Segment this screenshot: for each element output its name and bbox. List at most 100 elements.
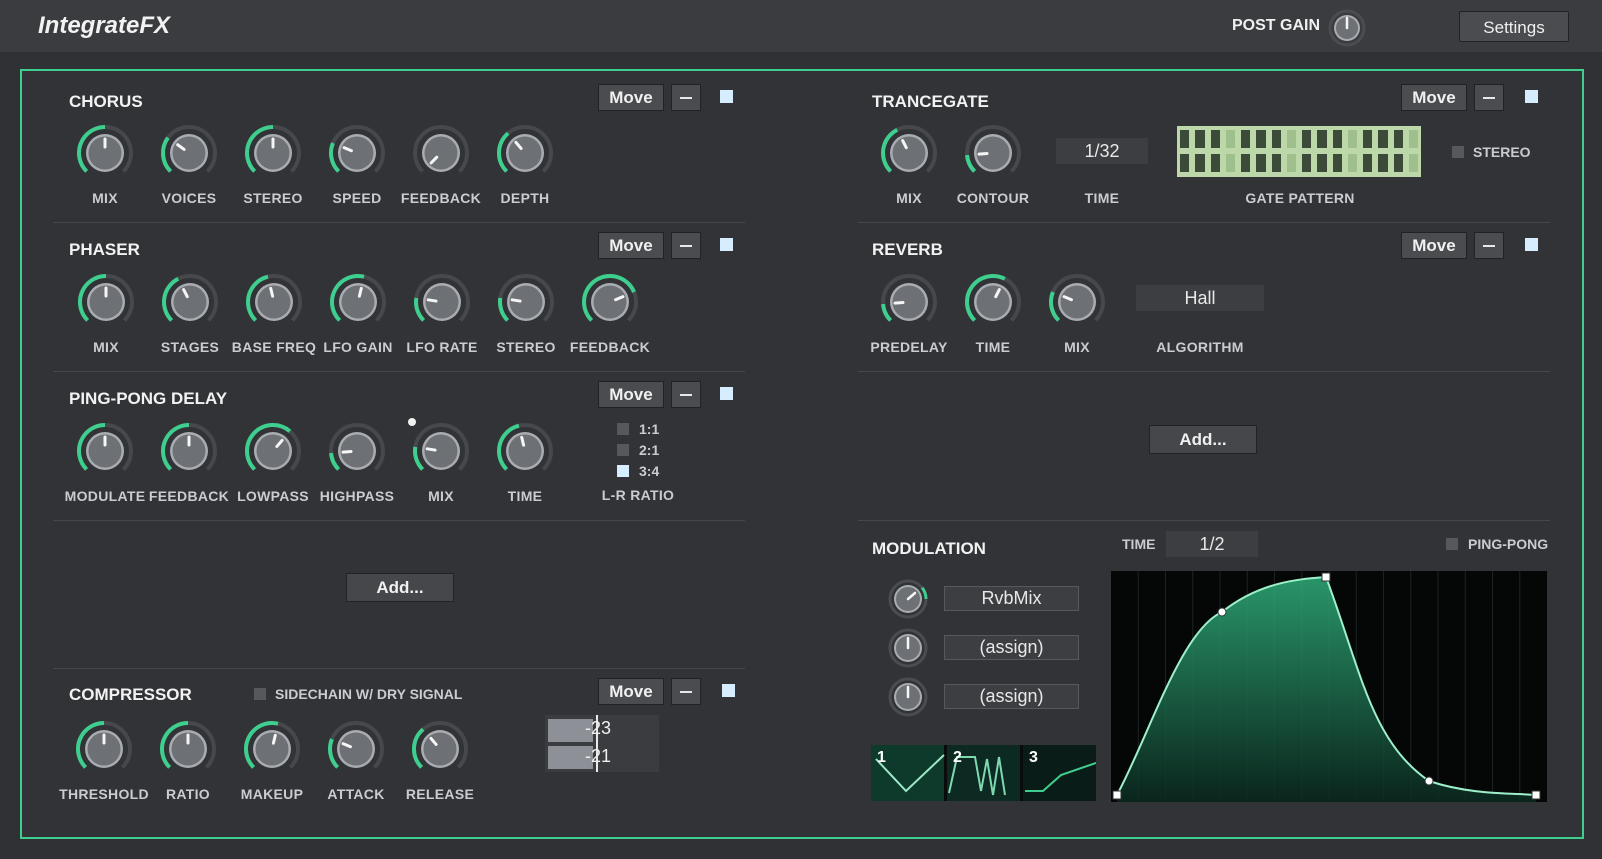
phaser-base-freq-knob[interactable] — [245, 273, 303, 331]
gate-step[interactable] — [1363, 154, 1373, 172]
pingpong-time-knob[interactable] — [496, 422, 554, 480]
compressor-move-button[interactable]: Move — [598, 678, 664, 705]
pingpong-enable-toggle[interactable] — [720, 387, 733, 400]
chorus-enable-toggle[interactable] — [720, 90, 733, 103]
chorus-depth-knob[interactable] — [496, 124, 554, 182]
curve-node[interactable] — [1531, 790, 1541, 800]
gate-step[interactable] — [1210, 154, 1220, 172]
left-add-effect-button[interactable]: Add... — [346, 573, 454, 602]
compressor-release-knob[interactable] — [411, 720, 469, 778]
chorus-move-button[interactable]: Move — [598, 84, 664, 111]
gate-step[interactable] — [1225, 154, 1235, 172]
gate-step[interactable] — [1195, 130, 1205, 148]
mod-target-1[interactable]: RvbMix — [944, 586, 1079, 611]
gate-step[interactable] — [1317, 154, 1327, 172]
chorus-voices-knob[interactable] — [160, 124, 218, 182]
gate-step[interactable] — [1332, 130, 1342, 148]
mod-target-3[interactable]: (assign) — [944, 684, 1079, 709]
compressor-attack-knob[interactable] — [327, 720, 385, 778]
reverb-mix-knob[interactable] — [1048, 273, 1106, 331]
shape-tab-2[interactable]: 2 — [953, 749, 962, 767]
compressor-enable-toggle[interactable] — [722, 684, 735, 697]
reverb-move-button[interactable]: Move — [1401, 232, 1467, 259]
gate-step[interactable] — [1347, 130, 1357, 148]
trancegate-contour-knob[interactable] — [964, 124, 1022, 182]
ratio-option-2-1-checkbox[interactable] — [617, 444, 629, 456]
gate-step[interactable] — [1256, 154, 1266, 172]
gate-step[interactable] — [1332, 154, 1342, 172]
trancegate-stereo-checkbox[interactable] — [1452, 146, 1464, 158]
chorus-mix-knob[interactable] — [76, 124, 134, 182]
pingpong-lowpass-knob[interactable] — [244, 422, 302, 480]
compressor-ratio-knob[interactable] — [159, 720, 217, 778]
compressor-makeup-knob[interactable] — [243, 720, 301, 778]
trancegate-mix-knob[interactable] — [880, 124, 938, 182]
curve-node[interactable] — [1321, 572, 1331, 582]
curve-point[interactable] — [1424, 776, 1434, 786]
chorus-feedback-knob[interactable] — [412, 124, 470, 182]
gate-step[interactable] — [1225, 130, 1235, 148]
trancegate-time-value[interactable]: 1/32 — [1056, 138, 1148, 164]
gate-step[interactable] — [1408, 130, 1418, 148]
ratio-option-3-4-checkbox[interactable] — [617, 465, 629, 477]
reverb-enable-toggle[interactable] — [1525, 238, 1538, 251]
gate-step[interactable] — [1241, 130, 1251, 148]
gate-step[interactable] — [1271, 154, 1281, 172]
chorus-stereo-knob[interactable] — [244, 124, 302, 182]
settings-button[interactable]: Settings — [1459, 11, 1569, 42]
gate-step[interactable] — [1286, 130, 1296, 148]
gate-step[interactable] — [1302, 130, 1312, 148]
pingpong-feedback-knob[interactable] — [160, 422, 218, 480]
pingpong-move-button[interactable]: Move — [598, 381, 664, 408]
shape-tab-1[interactable]: 1 — [877, 749, 886, 767]
gate-step[interactable] — [1210, 130, 1220, 148]
phaser-collapse-button[interactable] — [671, 232, 701, 259]
post-gain-knob[interactable] — [1328, 9, 1366, 47]
phaser-stages-knob[interactable] — [161, 273, 219, 331]
gate-step[interactable] — [1195, 154, 1205, 172]
reverb-collapse-button[interactable] — [1474, 232, 1504, 259]
gate-step[interactable] — [1180, 130, 1190, 148]
gate-step[interactable] — [1241, 154, 1251, 172]
gate-step[interactable] — [1302, 154, 1312, 172]
phaser-feedback-knob[interactable] — [581, 273, 639, 331]
trancegate-collapse-button[interactable] — [1474, 84, 1504, 111]
gate-step[interactable] — [1271, 130, 1281, 148]
mod-target-2[interactable]: (assign) — [944, 635, 1079, 660]
modulation-time-value[interactable]: 1/2 — [1166, 531, 1258, 557]
phaser-enable-toggle[interactable] — [720, 238, 733, 251]
phaser-lfo-rate-knob[interactable] — [413, 273, 471, 331]
gate-step[interactable] — [1256, 130, 1266, 148]
ratio-option-1-1-checkbox[interactable] — [617, 423, 629, 435]
phaser-mix-knob[interactable] — [77, 273, 135, 331]
gate-step[interactable] — [1286, 154, 1296, 172]
pingpong-modulate-knob[interactable] — [76, 422, 134, 480]
trancegate-move-button[interactable]: Move — [1401, 84, 1467, 111]
mod-amount-knob-1[interactable] — [887, 578, 929, 620]
mod-amount-knob-3[interactable] — [887, 676, 929, 718]
gate-step[interactable] — [1393, 154, 1403, 172]
curve-point[interactable] — [1217, 607, 1227, 617]
chorus-collapse-button[interactable] — [671, 84, 701, 111]
phaser-lfo-gain-knob[interactable] — [329, 273, 387, 331]
gate-step[interactable] — [1363, 130, 1373, 148]
shape-tab-3[interactable]: 3 — [1029, 749, 1038, 767]
modulation-pingpong-checkbox[interactable] — [1446, 538, 1458, 550]
pingpong-collapse-button[interactable] — [671, 381, 701, 408]
gate-step[interactable] — [1393, 130, 1403, 148]
mod-curve-editor[interactable] — [1111, 571, 1547, 802]
mod-amount-knob-2[interactable] — [887, 627, 929, 669]
gate-step[interactable] — [1408, 154, 1418, 172]
curve-node[interactable] — [1112, 790, 1122, 800]
phaser-stereo-knob[interactable] — [497, 273, 555, 331]
pingpong-mix-knob[interactable] — [412, 422, 470, 480]
sidechain-checkbox[interactable] — [254, 688, 266, 700]
pingpong-highpass-knob[interactable] — [328, 422, 386, 480]
reverb-time-knob[interactable] — [964, 273, 1022, 331]
gate-step[interactable] — [1378, 154, 1388, 172]
compressor-threshold-knob[interactable] — [75, 720, 133, 778]
gate-step[interactable] — [1347, 154, 1357, 172]
reverb-algorithm-select[interactable]: Hall — [1136, 285, 1264, 311]
reverb-predelay-knob[interactable] — [880, 273, 938, 331]
gate-step[interactable] — [1317, 130, 1327, 148]
